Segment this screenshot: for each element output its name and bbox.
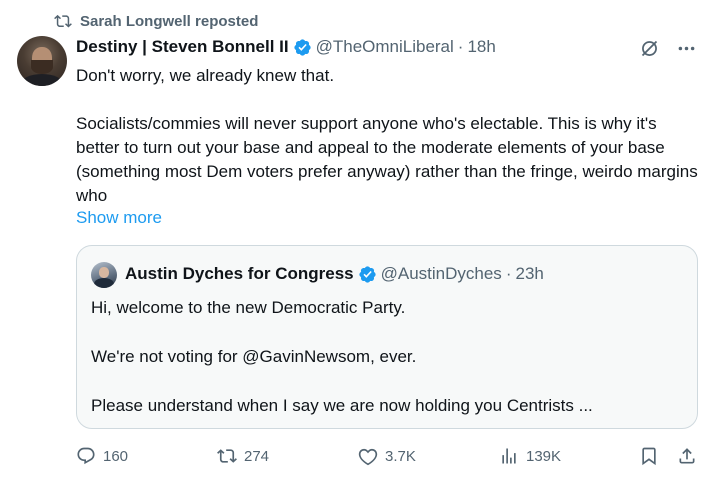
repost-button[interactable]: 274 [217,446,269,466]
quoted-tweet-header: Austin Dyches for Congress @AustinDyches… [125,264,544,284]
like-button[interactable]: 3.7K [358,446,416,466]
author-name[interactable]: Destiny | Steven Bonnell II [76,37,289,57]
quoted-header-separator: · [505,264,512,283]
quoted-avatar-shirt [94,278,114,288]
avatar-beard [31,60,53,74]
like-count: 3.7K [385,447,416,465]
reply-count: 160 [103,447,129,465]
author-avatar[interactable] [17,36,67,86]
quoted-text-line: We're not voting for @GavinNewsom, ever. [91,347,417,366]
bookmark-icon [642,447,656,466]
tweet-time[interactable]: 18h [467,37,495,57]
tweet-text: Don't worry, we already knew that. Socia… [76,64,701,208]
share-button[interactable] [677,446,697,466]
tweet[interactable]: Sarah Longwell reposted Destiny | Steven… [0,0,715,480]
reply-button[interactable]: 160 [76,446,128,466]
views-icon [502,448,516,464]
share-icon [679,448,695,464]
quoted-tweet-time[interactable]: 23h [515,264,543,284]
verified-badge-icon[interactable] [293,38,312,57]
avatar-shirt [21,74,63,86]
quoted-avatar-face [99,267,109,278]
tweet-text-line: Socialists/commies will never support an… [76,114,698,205]
repost-count: 274 [244,447,270,465]
quoted-text-line: Please understand when I say we are now … [91,396,593,415]
quoted-author-avatar[interactable] [91,262,117,288]
quoted-tweet-text: Hi, welcome to the new Democratic Party.… [91,296,686,418]
views-button[interactable]: 139K [499,446,561,466]
views-count: 139K [526,447,562,465]
grok-icon[interactable] [639,38,660,64]
show-more-link[interactable]: Show more [76,208,162,228]
quoted-text-line: Hi, welcome to the new Democratic Party. [91,298,406,317]
quoted-author-name[interactable]: Austin Dyches for Congress [125,264,354,284]
reply-icon [77,447,95,465]
verified-badge-icon[interactable] [358,265,377,284]
tweet-header: Destiny | Steven Bonnell II @TheOmniLibe… [76,37,496,57]
header-separator: · [457,37,464,56]
top-actions [639,38,697,64]
repost-icon [54,14,72,28]
quoted-author-handle[interactable]: @AustinDyches [381,264,502,284]
repost-label: Sarah Longwell reposted [80,12,259,30]
quoted-tweet[interactable]: Austin Dyches for Congress @AustinDyches… [76,245,698,429]
bookmark-button[interactable] [639,446,659,466]
tweet-actions: 160 274 3.7K 139K [76,446,701,470]
more-options-icon[interactable] [676,38,697,64]
tweet-text-line: Don't worry, we already knew that. [76,66,335,85]
heart-icon [358,448,378,466]
repost-context[interactable]: Sarah Longwell reposted [54,12,258,30]
author-handle[interactable]: @TheOmniLiberal [316,37,454,57]
repost-icon [217,449,237,463]
